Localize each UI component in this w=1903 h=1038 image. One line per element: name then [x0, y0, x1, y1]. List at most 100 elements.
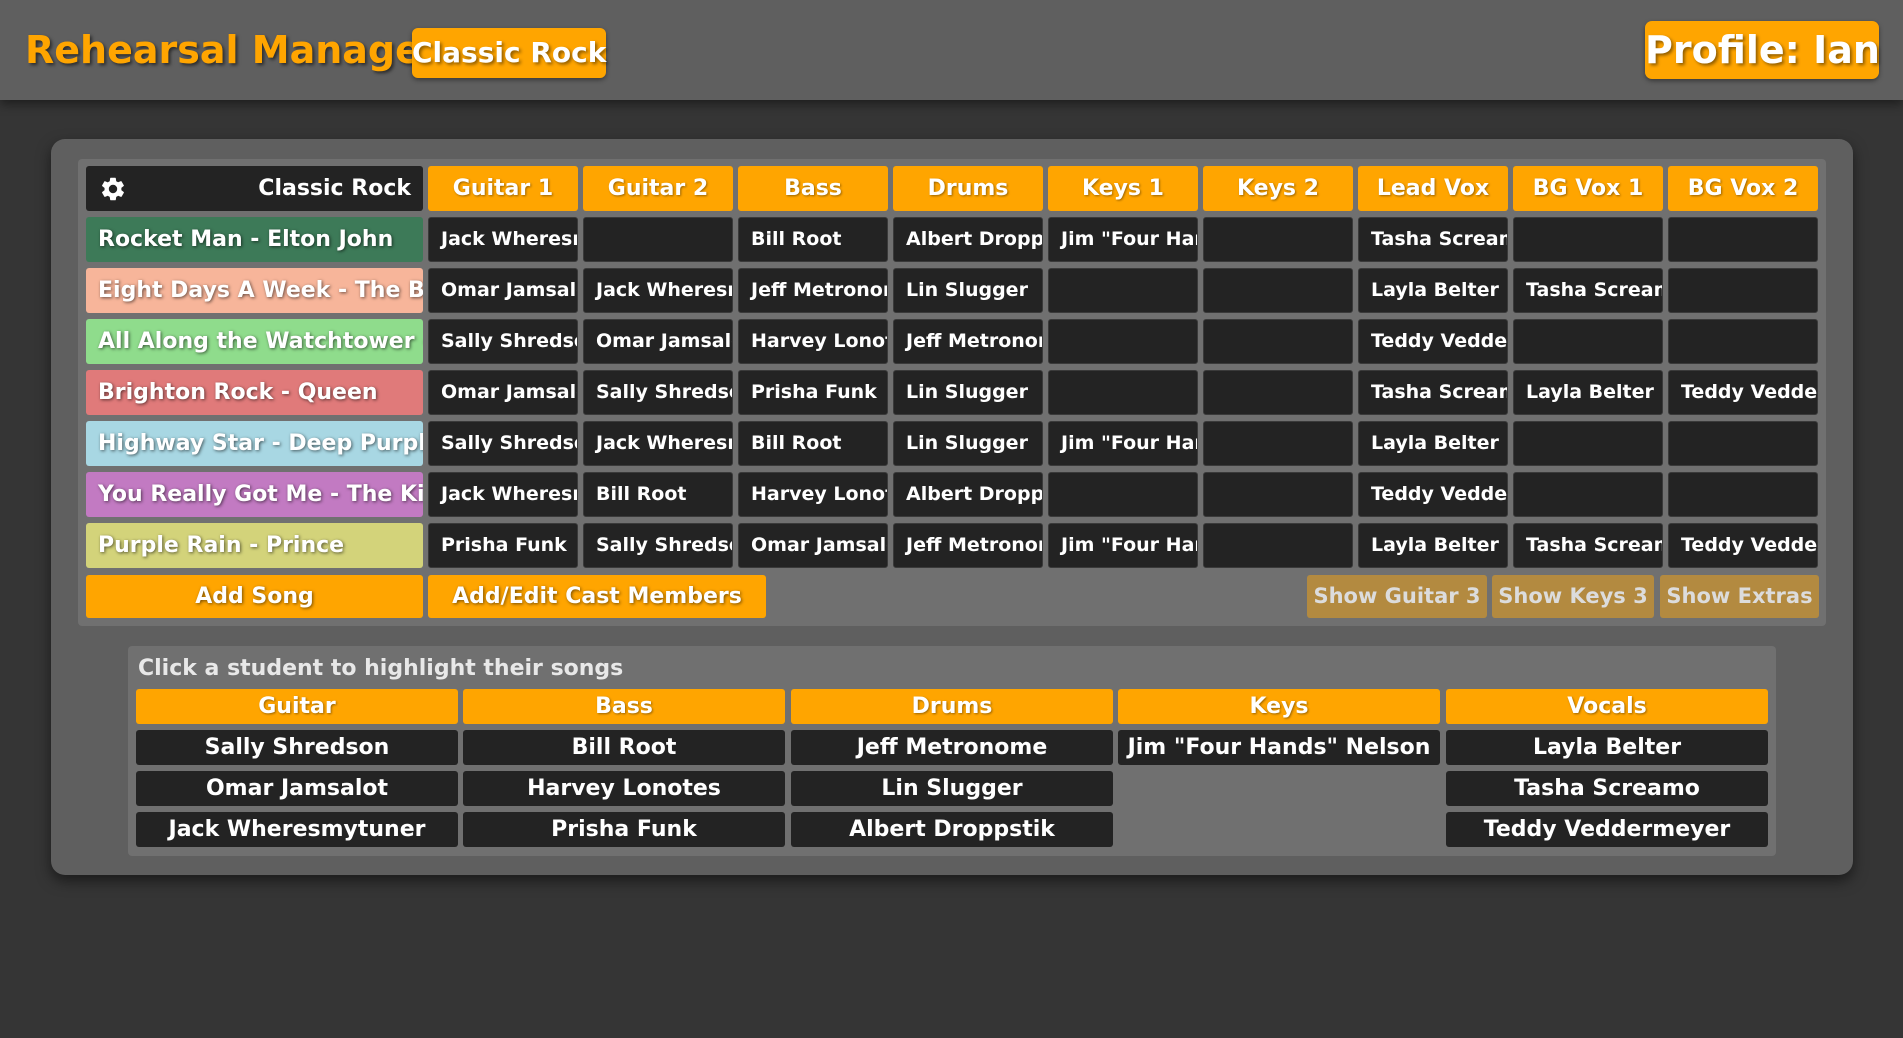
cast-slot[interactable]: Jim "Four Hands" Nelson: [1048, 523, 1198, 568]
column-header-bass: Bass: [738, 166, 888, 211]
student-button[interactable]: Teddy Veddermeyer: [1446, 812, 1768, 847]
student-button[interactable]: Lin Slugger: [791, 771, 1113, 806]
student-button[interactable]: Tasha Screamo: [1446, 771, 1768, 806]
cast-slot[interactable]: Omar Jamsalot: [428, 370, 578, 415]
cast-slot[interactable]: Lin Slugger: [893, 421, 1043, 466]
cast-slot[interactable]: [1203, 370, 1353, 415]
cast-slot[interactable]: Prisha Funk: [428, 523, 578, 568]
gear-icon[interactable]: [99, 175, 127, 203]
cast-slot[interactable]: Harvey Lonotes: [738, 472, 888, 517]
cast-slot[interactable]: Layla Belter: [1358, 421, 1508, 466]
cast-slot[interactable]: [1203, 523, 1353, 568]
cast-slot[interactable]: [1668, 472, 1818, 517]
cast-slot[interactable]: Teddy Veddermeyer: [1668, 370, 1818, 415]
cast-slot[interactable]: [1203, 268, 1353, 313]
cast-slot[interactable]: Jeff Metronome: [893, 523, 1043, 568]
roster-header-guitar: Guitar: [136, 689, 458, 724]
add-song-button[interactable]: Add Song: [86, 575, 423, 618]
cast-slot[interactable]: Tasha Screamo: [1513, 268, 1663, 313]
song-title-cell[interactable]: You Really Got Me - The Kinks: [86, 472, 423, 517]
cast-slot[interactable]: Layla Belter: [1358, 268, 1508, 313]
cast-slot[interactable]: Albert Droppstik: [893, 472, 1043, 517]
student-button[interactable]: Jack Wheresmytuner: [136, 812, 458, 847]
cast-slot[interactable]: Jim "Four Hands" Nelson: [1048, 421, 1198, 466]
cast-slot[interactable]: [1513, 421, 1663, 466]
student-button[interactable]: Sally Shredson: [136, 730, 458, 765]
show-keys-3-toggle[interactable]: Show Keys 3: [1492, 575, 1654, 618]
student-button[interactable]: Albert Droppstik: [791, 812, 1113, 847]
student-button[interactable]: Prisha Funk: [463, 812, 785, 847]
cast-slot[interactable]: Sally Shredson: [583, 370, 733, 415]
band-name-label: Classic Rock: [258, 176, 411, 201]
cast-slot[interactable]: [1513, 472, 1663, 517]
show-extras-toggle[interactable]: Show Extras: [1660, 575, 1819, 618]
cast-slot[interactable]: Sally Shredson: [428, 421, 578, 466]
cast-slot[interactable]: [1668, 268, 1818, 313]
cast-slot[interactable]: Lin Slugger: [893, 268, 1043, 313]
cast-slot[interactable]: [1513, 319, 1663, 364]
cast-slot[interactable]: [583, 217, 733, 262]
cast-slot[interactable]: Jeff Metronome: [738, 268, 888, 313]
song-title-cell[interactable]: All Along the Watchtower - Jimi Hendrix: [86, 319, 423, 364]
cast-slot[interactable]: Layla Belter: [1358, 523, 1508, 568]
cast-slot[interactable]: [1668, 421, 1818, 466]
cast-slot[interactable]: Omar Jamsalot: [583, 319, 733, 364]
cast-slot[interactable]: [1048, 472, 1198, 517]
cast-slot[interactable]: Omar Jamsalot: [428, 268, 578, 313]
cast-slot[interactable]: Teddy Veddermeyer: [1668, 523, 1818, 568]
cast-slot[interactable]: Tasha Screamo: [1358, 370, 1508, 415]
cast-slot[interactable]: Bill Root: [738, 217, 888, 262]
student-button[interactable]: Bill Root: [463, 730, 785, 765]
column-header-drums: Drums: [893, 166, 1043, 211]
cast-slot[interactable]: Jack Wheresmytuner: [428, 217, 578, 262]
student-button[interactable]: Omar Jamsalot: [136, 771, 458, 806]
cast-slot[interactable]: Teddy Veddermeyer: [1358, 319, 1508, 364]
cast-slot[interactable]: Teddy Veddermeyer: [1358, 472, 1508, 517]
app-title: Rehearsal Manager: [25, 28, 440, 72]
grid-corner-cell: Classic Rock: [86, 166, 423, 211]
cast-slot[interactable]: Harvey Lonotes: [738, 319, 888, 364]
cast-slot[interactable]: Bill Root: [583, 472, 733, 517]
cast-slot[interactable]: [1668, 319, 1818, 364]
song-title-cell[interactable]: Brighton Rock - Queen: [86, 370, 423, 415]
cast-slot[interactable]: Prisha Funk: [738, 370, 888, 415]
cast-slot[interactable]: Sally Shredson: [583, 523, 733, 568]
cast-slot[interactable]: Layla Belter: [1513, 370, 1663, 415]
cast-slot[interactable]: [1203, 421, 1353, 466]
roster-header-drums: Drums: [791, 689, 1113, 724]
cast-slot[interactable]: Sally Shredson: [428, 319, 578, 364]
cast-slot[interactable]: Jack Wheresmytuner: [583, 421, 733, 466]
song-title-cell[interactable]: Rocket Man - Elton John: [86, 217, 423, 262]
student-button[interactable]: Jim "Four Hands" Nelson: [1118, 730, 1440, 765]
student-button[interactable]: Jeff Metronome: [791, 730, 1113, 765]
cast-slot[interactable]: [1668, 217, 1818, 262]
cast-slot[interactable]: [1048, 319, 1198, 364]
student-button[interactable]: Harvey Lonotes: [463, 771, 785, 806]
edit-cast-button[interactable]: Add/Edit Cast Members: [428, 575, 766, 618]
show-guitar-3-toggle[interactable]: Show Guitar 3: [1307, 575, 1487, 618]
cast-slot[interactable]: [1048, 268, 1198, 313]
column-header-keys-1: Keys 1: [1048, 166, 1198, 211]
cast-slot[interactable]: [1513, 217, 1663, 262]
cast-slot[interactable]: [1203, 472, 1353, 517]
cast-slot[interactable]: Jack Wheresmytuner: [428, 472, 578, 517]
song-title-cell[interactable]: Eight Days A Week - The Beatles: [86, 268, 423, 313]
cast-slot[interactable]: Tasha Screamo: [1513, 523, 1663, 568]
band-selector-button[interactable]: Classic Rock: [412, 28, 606, 78]
cast-slot[interactable]: Bill Root: [738, 421, 888, 466]
cast-slot[interactable]: Jack Wheresmytuner: [583, 268, 733, 313]
cast-slot[interactable]: [1203, 217, 1353, 262]
song-title-cell[interactable]: Highway Star - Deep Purple: [86, 421, 423, 466]
cast-slot[interactable]: [1048, 370, 1198, 415]
cast-slot[interactable]: Tasha Screamo: [1358, 217, 1508, 262]
cast-slot[interactable]: Jeff Metronome: [893, 319, 1043, 364]
student-button[interactable]: Layla Belter: [1446, 730, 1768, 765]
song-title-cell[interactable]: Purple Rain - Prince: [86, 523, 423, 568]
cast-slot[interactable]: Omar Jamsalot: [738, 523, 888, 568]
profile-button[interactable]: Profile: Ian: [1645, 21, 1880, 79]
cast-slot[interactable]: Albert Droppstik: [893, 217, 1043, 262]
top-bar: Rehearsal Manager Classic Rock Profile: …: [0, 0, 1903, 100]
cast-slot[interactable]: Lin Slugger: [893, 370, 1043, 415]
cast-slot[interactable]: [1203, 319, 1353, 364]
cast-slot[interactable]: Jim "Four Hands" Nelson: [1048, 217, 1198, 262]
